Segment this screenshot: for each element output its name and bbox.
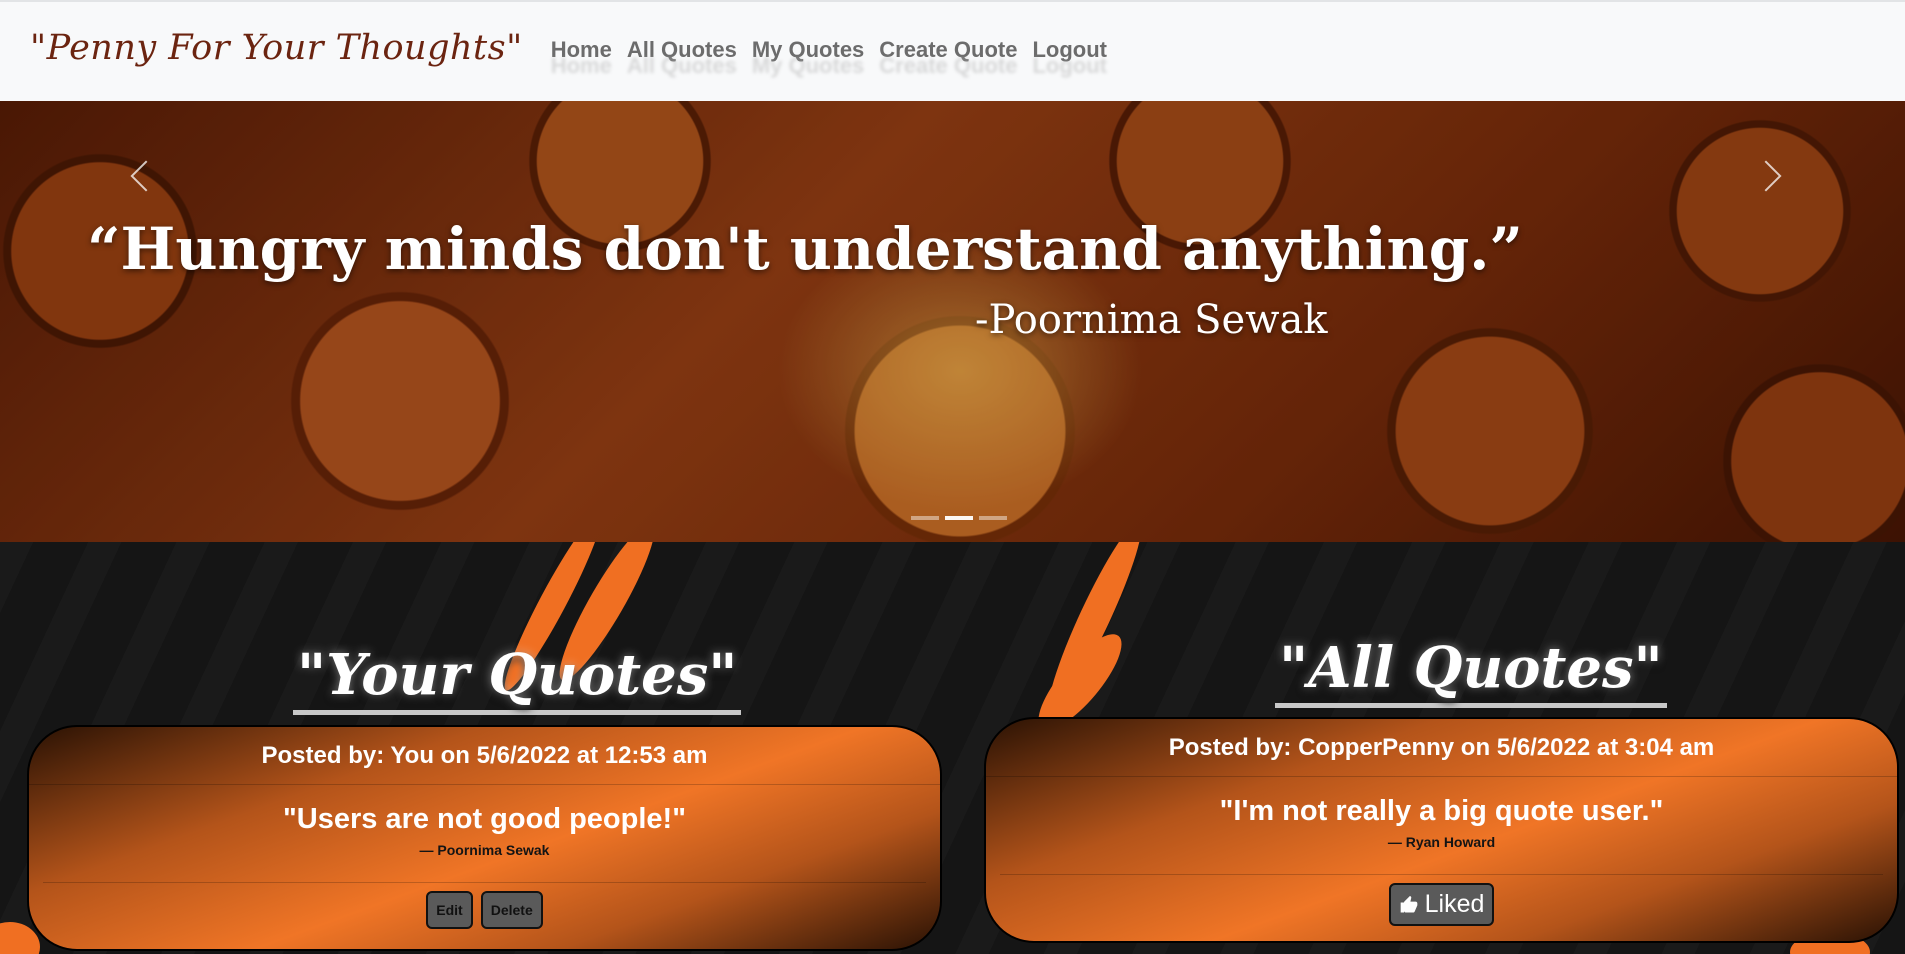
nav-link-home[interactable]: Home Home xyxy=(550,36,612,78)
nav-link-logout[interactable]: Logout Logout xyxy=(1032,36,1107,78)
nav-link-my-quotes[interactable]: My Quotes My Quotes xyxy=(751,36,865,78)
nav-link-label: All Quotes xyxy=(626,36,737,62)
edit-button[interactable]: Edit xyxy=(426,891,473,929)
nav-links: Home Home All Quotes All Quotes My Quote… xyxy=(550,36,1107,78)
quote-card-footer: Edit Delete xyxy=(43,882,926,949)
liked-label: Liked xyxy=(1424,890,1485,918)
carousel-quote: “Hungry minds don't understand anything.… xyxy=(87,215,1523,283)
quotes-section: "Your Quotes" "All Quotes" Posted by: Yo… xyxy=(0,542,1905,954)
delete-button[interactable]: Delete xyxy=(480,891,543,929)
nav-link-all-quotes[interactable]: All Quotes All Quotes xyxy=(626,36,737,78)
nav-link-create-quote[interactable]: Create Quote Create Quote xyxy=(879,36,1018,78)
your-quote-card: Posted by: You on 5/6/2022 at 12:53 am "… xyxy=(27,725,942,951)
quote-carousel: “Hungry minds don't understand anything.… xyxy=(0,101,1905,542)
carousel-indicators xyxy=(911,516,1007,520)
navbar: "Penny For Your Thoughts" Home Home All … xyxy=(0,0,1905,101)
quote-card-footer: Liked xyxy=(1000,874,1883,941)
nav-link-label: My Quotes xyxy=(751,36,865,62)
carousel-indicator[interactable] xyxy=(911,516,939,520)
all-quote-card: Posted by: CopperPenny on 5/6/2022 at 3:… xyxy=(984,717,1899,943)
carousel-author: -Poornima Sewak xyxy=(975,297,1328,343)
quote-text: "Users are not good people!" xyxy=(283,803,686,835)
nav-link-label: Logout xyxy=(1032,36,1107,62)
quote-posted-by: Posted by: CopperPenny on 5/6/2022 at 3:… xyxy=(986,719,1897,777)
nav-link-label: Home xyxy=(550,36,612,62)
quote-text: "I'm not really a big quote user." xyxy=(1219,795,1664,827)
quote-author: — Poornima Sewak xyxy=(419,842,550,858)
carousel-indicator[interactable] xyxy=(979,516,1007,520)
carousel-background-image xyxy=(0,101,1905,542)
brand-logo[interactable]: "Penny For Your Thoughts" xyxy=(30,28,523,68)
quote-author: — Ryan Howard xyxy=(1387,834,1496,850)
thumbs-up-icon xyxy=(1400,895,1417,912)
liked-button[interactable]: Liked xyxy=(1388,883,1495,926)
nav-link-label: Create Quote xyxy=(879,36,1018,62)
all-quotes-title: "All Quotes" xyxy=(1275,635,1667,708)
carousel-indicator-active[interactable] xyxy=(945,516,973,520)
quote-posted-by: Posted by: You on 5/6/2022 at 12:53 am xyxy=(29,727,940,785)
your-quotes-title: "Your Quotes" xyxy=(293,642,742,715)
